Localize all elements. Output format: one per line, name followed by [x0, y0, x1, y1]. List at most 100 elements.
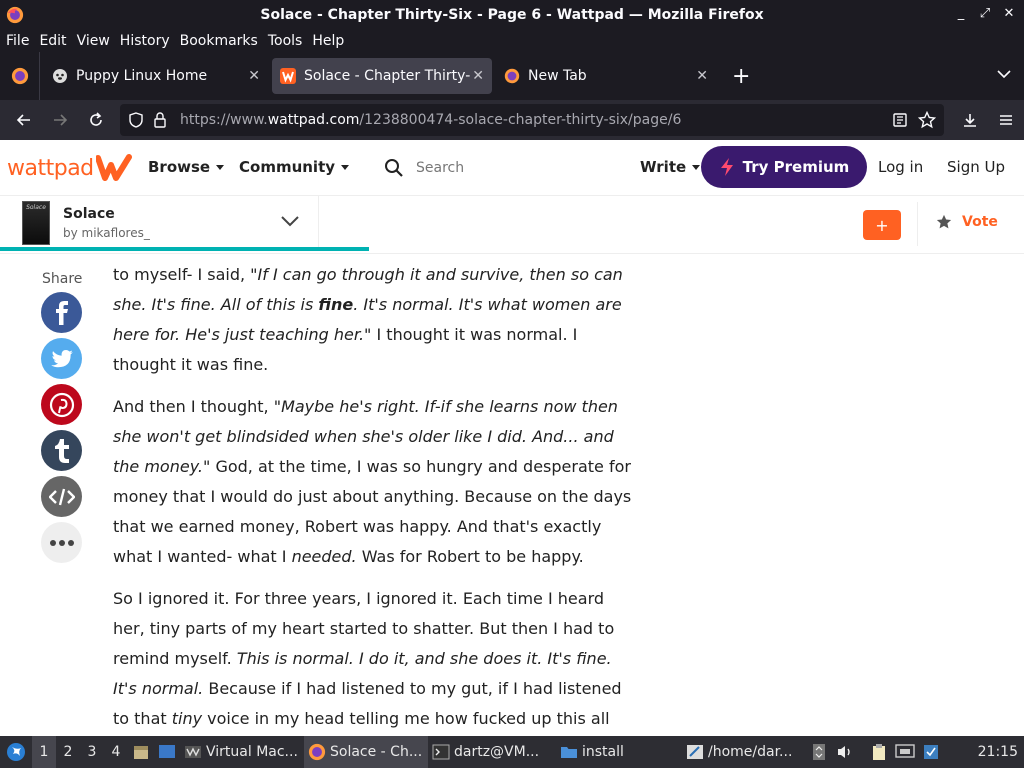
share-embed-button[interactable]: [41, 476, 82, 517]
new-tab-plus-icon[interactable]: +: [732, 64, 750, 89]
close-tab-icon[interactable]: ✕: [472, 68, 484, 84]
workspace-2[interactable]: 2: [56, 736, 80, 768]
tracking-shield-icon[interactable]: [124, 104, 148, 136]
list-tabs-chevron-icon[interactable]: [996, 66, 1012, 82]
clock[interactable]: 21:15: [978, 736, 1018, 768]
share-pinterest-button[interactable]: [41, 384, 82, 425]
chapter-list-chevron-icon[interactable]: [280, 214, 300, 228]
forward-arrow-icon: [54, 114, 68, 126]
close-tab-icon[interactable]: ✕: [248, 68, 260, 84]
wattpad-header: wattpad Browse Community Search Write Tr…: [0, 140, 1024, 196]
menu-file[interactable]: File: [6, 33, 29, 49]
close-window-button[interactable]: ✕: [1002, 6, 1016, 21]
updates-button[interactable]: [918, 736, 944, 768]
tray-scroll-button[interactable]: [806, 736, 832, 768]
maximize-button[interactable]: ⤢: [978, 6, 992, 21]
share-more-button[interactable]: [41, 522, 82, 563]
network-button[interactable]: [892, 736, 918, 768]
share-twitter-button[interactable]: [41, 338, 82, 379]
url-bar[interactable]: https://www.wattpad.com/1238800474-solac…: [120, 104, 944, 136]
reader-view-icon[interactable]: [892, 112, 908, 128]
workspace-1[interactable]: 1: [32, 736, 56, 768]
sign-up-link[interactable]: Sign Up: [947, 158, 1005, 176]
add-to-library-button[interactable]: +: [863, 210, 901, 240]
tab-new-tab[interactable]: New Tab ✕: [496, 58, 716, 94]
forward-button[interactable]: [42, 104, 78, 136]
search-box[interactable]: Search: [384, 154, 624, 182]
tab-label: Solace - Chapter Thirty-Six: [304, 68, 470, 84]
show-desktop-button[interactable]: [154, 736, 180, 768]
write-dropdown[interactable]: Write: [640, 158, 701, 176]
wattpad-favicon-icon: [280, 68, 296, 84]
app-menu-button[interactable]: [988, 104, 1024, 136]
clipboard-icon: [873, 744, 885, 760]
start-menu-icon: [7, 743, 25, 761]
menu-history[interactable]: History: [120, 33, 170, 49]
reading-progress-bar: [0, 247, 369, 251]
workspace-3[interactable]: 3: [80, 736, 104, 768]
tab-solace[interactable]: Solace - Chapter Thirty-Six ✕: [272, 58, 492, 94]
search-icon: [385, 159, 403, 177]
tumblr-icon: [54, 438, 69, 463]
window-controls: _ ⤢ ✕: [954, 6, 1016, 21]
window-title: Solace - Chapter Thirty-Six - Page 6 - W…: [260, 7, 764, 23]
task-install-folder[interactable]: install: [556, 736, 682, 768]
story-title[interactable]: Solace: [63, 206, 115, 222]
archive-icon: [134, 746, 148, 759]
pinterest-icon: [49, 392, 74, 417]
story-toolbar: Solace Solace by mikaflores_ + Vote: [0, 196, 1024, 254]
window-titlebar: Solace - Chapter Thirty-Six - Page 6 - W…: [0, 0, 1024, 30]
search-placeholder: Search: [416, 160, 465, 176]
task-terminal[interactable]: dartz@VM...: [428, 736, 556, 768]
share-tumblr-button[interactable]: [41, 430, 82, 471]
workspace-4[interactable]: 4: [104, 736, 128, 768]
network-icon: [895, 744, 915, 758]
reload-button[interactable]: [78, 104, 114, 136]
bookmark-star-icon[interactable]: [918, 111, 936, 129]
close-tab-icon[interactable]: ✕: [696, 68, 708, 84]
twitter-icon: [50, 349, 73, 367]
menu-tools[interactable]: Tools: [268, 33, 303, 49]
story-paragraph: So I ignored it. For three years, I igno…: [113, 589, 622, 728]
lock-icon[interactable]: [148, 104, 172, 136]
menu-view[interactable]: View: [77, 33, 110, 49]
embed-code-icon: [48, 488, 75, 505]
menu-help[interactable]: Help: [312, 33, 344, 49]
try-premium-button[interactable]: Try Premium: [701, 146, 867, 188]
file-manager-launcher[interactable]: [128, 736, 154, 768]
firefox-view-button[interactable]: [0, 52, 40, 100]
log-in-link[interactable]: Log in: [878, 158, 923, 176]
minimize-button[interactable]: _: [954, 6, 968, 21]
facebook-icon: [55, 300, 68, 325]
more-dots-icon: [49, 539, 74, 546]
url-text: https://www.wattpad.com/1238800474-solac…: [180, 112, 682, 128]
task-home-folder[interactable]: /home/dar...: [682, 736, 806, 768]
clipboard-button[interactable]: [866, 736, 892, 768]
volume-button[interactable]: [832, 736, 858, 768]
menu-edit[interactable]: Edit: [39, 33, 66, 49]
task-virtual-machine[interactable]: Virtual Mac...: [180, 736, 304, 768]
story-text: to myself- I said, "If I can go through …: [113, 254, 633, 736]
downloads-button[interactable]: [952, 104, 988, 136]
story-author[interactable]: by mikaflores_: [63, 226, 150, 240]
share-facebook-button[interactable]: [41, 292, 82, 333]
browse-dropdown[interactable]: Browse: [148, 158, 225, 176]
firefox-logo-icon: [6, 6, 24, 24]
tab-puppy-linux-home[interactable]: Puppy Linux Home ✕: [44, 58, 268, 94]
firefox-icon: [308, 743, 326, 761]
vote-button[interactable]: Vote: [936, 214, 998, 230]
hamburger-menu-icon: [1000, 115, 1012, 125]
start-menu-button[interactable]: [0, 736, 32, 768]
menu-bookmarks[interactable]: Bookmarks: [180, 33, 258, 49]
tab-label: Puppy Linux Home: [76, 68, 208, 84]
back-button[interactable]: [6, 104, 42, 136]
story-cover-image[interactable]: Solace: [22, 201, 50, 245]
terminal-icon: [432, 744, 450, 760]
wattpad-logo[interactable]: wattpad: [7, 154, 132, 182]
editor-icon: [687, 745, 703, 759]
tab-label: New Tab: [528, 68, 587, 84]
task-firefox-solace[interactable]: Solace - Ch...: [304, 736, 428, 768]
community-dropdown[interactable]: Community: [239, 158, 350, 176]
desktop-taskbar: 1 2 3 4 Virtual Mac... Solace - Ch... da…: [0, 736, 1024, 768]
vm-icon: [185, 746, 201, 758]
